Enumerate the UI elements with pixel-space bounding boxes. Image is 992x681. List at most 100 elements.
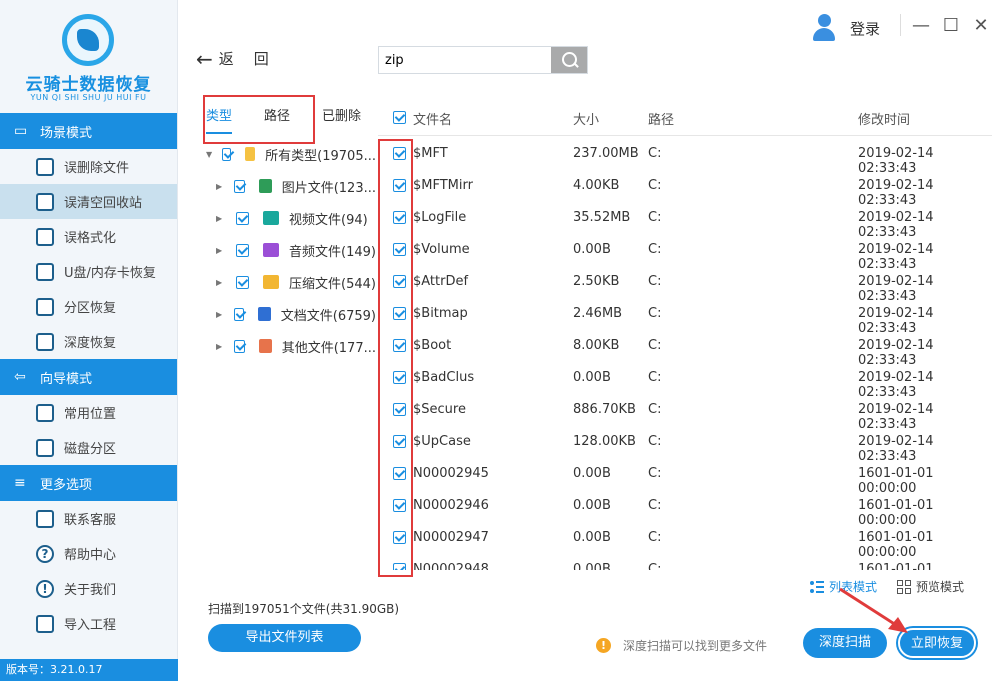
sidebar-item-format[interactable]: 误格式化 <box>0 219 177 254</box>
minimize-icon[interactable]: — <box>907 15 935 36</box>
usb-icon <box>36 262 54 281</box>
tree-node-label: 图片文件(123... <box>281 180 376 196</box>
sidebar-item-label: 误删除文件 <box>64 161 130 176</box>
menu-icon: ≡ <box>14 475 26 491</box>
collapse-icon[interactable]: ▼ <box>206 150 212 159</box>
deep-scan-hint: ! 深度扫描可以找到更多文件 <box>596 637 767 654</box>
sidebar-item-disk[interactable]: 磁盘分区 <box>0 430 177 465</box>
table-row[interactable]: $MFTMirr 4.00KB C: 2019-02-14 02:33:43 <box>378 170 992 208</box>
tree-node[interactable]: ▶ 压缩文件(544) <box>200 266 376 298</box>
tree-node[interactable]: ▶ 音频文件(149) <box>200 234 376 266</box>
list-view-icon <box>810 580 824 594</box>
sidebar-item-contact[interactable]: 联系客服 <box>0 501 177 536</box>
table-row[interactable]: $BadClus 0.00B C: 2019-02-14 02:33:43 <box>378 362 992 400</box>
maximize-icon[interactable]: ☐ <box>937 15 965 36</box>
tree-node-label: 所有类型(19705... <box>265 148 376 164</box>
app-logo: 云骑士数据恢复 YUN QI SHI SHU JU HUI FU <box>0 0 177 113</box>
select-all-checkbox[interactable] <box>393 111 406 128</box>
expand-icon[interactable]: ▶ <box>216 310 224 319</box>
table-row[interactable]: $Bitmap 2.46MB C: 2019-02-14 02:33:43 <box>378 298 992 336</box>
file-type-icon <box>263 275 279 289</box>
table-row[interactable]: N00002948 0.00B C: 1601-01-01 00:00:00 <box>378 554 992 570</box>
search-box <box>378 46 588 74</box>
cell-path: C: <box>648 178 662 193</box>
expand-icon[interactable]: ▶ <box>216 214 226 223</box>
table-row[interactable]: $AttrDef 2.50KB C: 2019-02-14 02:33:43 <box>378 266 992 304</box>
tree-checkbox[interactable] <box>236 275 249 289</box>
cell-name: $UpCase <box>413 434 471 449</box>
expand-icon[interactable]: ▶ <box>216 182 224 191</box>
sidebar-item-partition[interactable]: 分区恢复 <box>0 289 177 324</box>
column-path[interactable]: 路径 <box>648 109 674 128</box>
cell-size: 237.00MB <box>573 146 639 161</box>
file-type-icon <box>263 211 279 225</box>
sidebar-item-file-delete[interactable]: 误删除文件 <box>0 149 177 184</box>
column-name[interactable]: 文件名 <box>413 109 452 128</box>
back-arrow-icon: ← <box>196 46 213 71</box>
export-list-button[interactable]: 导出文件列表 <box>208 624 361 652</box>
cell-path: C: <box>648 562 662 570</box>
sidebar: 云骑士数据恢复 YUN QI SHI SHU JU HUI FU ▭ 场景模式 误删… <box>0 0 178 681</box>
sidebar-section-1: ⇦ 向导模式 <box>0 359 177 395</box>
tabs-highlight-box <box>203 95 315 144</box>
tree-checkbox[interactable] <box>236 211 249 225</box>
table-row[interactable]: N00002947 0.00B C: 1601-01-01 00:00:00 <box>378 522 992 560</box>
column-size[interactable]: 大小 <box>573 109 599 128</box>
sidebar-item-help[interactable]: ? 帮助中心 <box>0 536 177 571</box>
tree-node[interactable]: ▼ 所有类型(19705... <box>200 138 376 170</box>
cell-path: C: <box>648 306 662 321</box>
partition-icon <box>36 297 54 316</box>
cell-size: 0.00B <box>573 530 611 545</box>
sidebar-sections: ▭ 场景模式 误删除文件 误清空回收站 误格式化 U盘/内存卡恢复 分区恢复 深度恢复 ⇦ 向导模… <box>0 113 177 641</box>
cell-path: C: <box>648 402 662 417</box>
cell-path: C: <box>648 434 662 449</box>
cell-path: C: <box>648 370 662 385</box>
table-row[interactable]: $Volume 0.00B C: 2019-02-14 02:33:43 <box>378 234 992 272</box>
table-row[interactable]: $UpCase 128.00KB C: 2019-02-14 02:33:43 <box>378 426 992 464</box>
tree-checkbox[interactable] <box>233 307 245 321</box>
table-row[interactable]: $Secure 886.70KB C: 2019-02-14 02:33:43 <box>378 394 992 432</box>
tree-checkbox[interactable] <box>234 179 245 193</box>
tree-node[interactable]: ▶ 文档文件(6759) <box>200 298 376 330</box>
table-row[interactable]: N00002946 0.00B C: 1601-01-01 00:00:00 <box>378 490 992 528</box>
sidebar-item-deep-recover[interactable]: 深度恢复 <box>0 324 177 359</box>
login-button[interactable]: 登录 <box>812 14 880 42</box>
sidebar-item-import[interactable]: 导入工程 <box>0 606 177 641</box>
expand-icon[interactable]: ▶ <box>216 278 226 287</box>
red-arrow-annotation <box>839 587 908 633</box>
app-pinyin: YUN QI SHI SHU JU HUI FU <box>30 93 147 102</box>
cell-size: 4.00KB <box>573 178 620 193</box>
sidebar-section-title: 场景模式 <box>40 125 93 141</box>
tree-node[interactable]: ▶ 视频文件(94) <box>200 202 376 234</box>
cell-path: C: <box>648 530 662 545</box>
info-icon: ! <box>36 579 54 598</box>
close-icon[interactable]: ✕ <box>967 15 992 36</box>
sidebar-item-info[interactable]: ! 关于我们 <box>0 571 177 606</box>
table-row[interactable]: $Boot 8.00KB C: 2019-02-14 02:33:43 <box>378 330 992 368</box>
tab-2[interactable]: 已删除 <box>322 100 361 134</box>
tree-checkbox[interactable] <box>234 339 245 353</box>
expand-icon[interactable]: ▶ <box>216 342 224 351</box>
file-type-icon <box>258 339 272 353</box>
column-mtime[interactable]: 修改时间 <box>858 109 910 128</box>
sidebar-item-usb[interactable]: U盘/内存卡恢复 <box>0 254 177 289</box>
cell-size: 35.52MB <box>573 210 631 225</box>
expand-icon[interactable]: ▶ <box>216 246 226 255</box>
recycle-bin-icon <box>36 192 54 211</box>
tree-node[interactable]: ▶ 其他文件(177... <box>200 330 376 362</box>
file-type-icon <box>263 243 279 257</box>
back-button[interactable]: ← 返 回 <box>196 48 269 69</box>
table-row[interactable]: $LogFile 35.52MB C: 2019-02-14 02:33:43 <box>378 202 992 240</box>
tree-checkbox[interactable] <box>236 243 249 257</box>
cell-size: 128.00KB <box>573 434 636 449</box>
search-icon[interactable] <box>551 47 587 73</box>
table-row[interactable]: $MFT 237.00MB C: 2019-02-14 02:33:43 <box>378 138 992 176</box>
cell-name: N00002945 <box>413 466 489 481</box>
search-input[interactable] <box>379 47 551 73</box>
sidebar-item-location[interactable]: 常用位置 <box>0 395 177 430</box>
tree-node[interactable]: ▶ 图片文件(123... <box>200 170 376 202</box>
sidebar-item-label: 磁盘分区 <box>64 442 117 457</box>
table-row[interactable]: N00002945 0.00B C: 1601-01-01 00:00:00 <box>378 458 992 496</box>
tree-checkbox[interactable] <box>222 147 232 161</box>
sidebar-item-recycle-bin[interactable]: 误清空回收站 <box>0 184 177 219</box>
